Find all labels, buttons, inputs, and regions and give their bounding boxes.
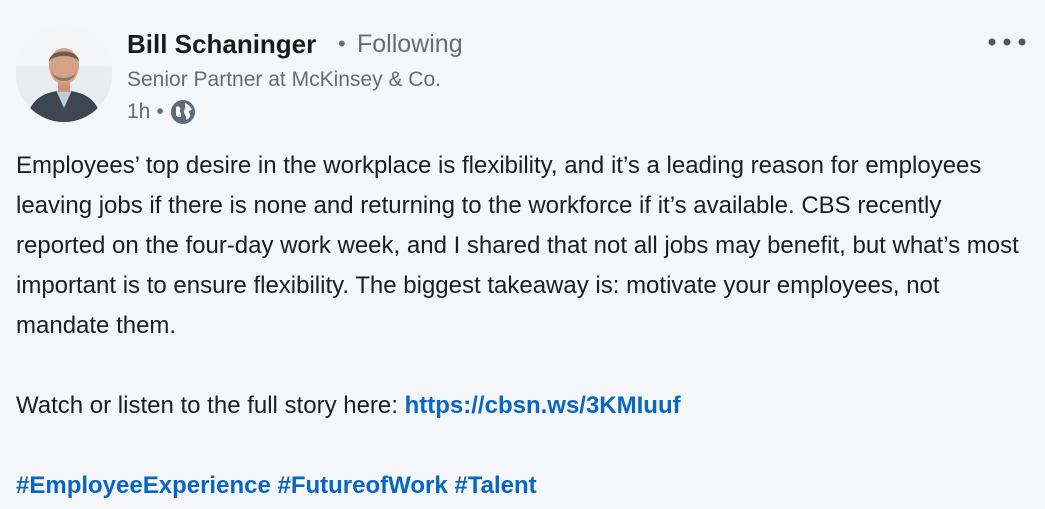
avatar[interactable] <box>16 26 112 122</box>
author-headline: Senior Partner at McKinsey & Co. <box>127 68 441 91</box>
profile-photo <box>16 26 112 122</box>
post-timestamp: 1h <box>127 100 151 123</box>
more-options-button[interactable] <box>985 30 1029 54</box>
hashtag-future-of-work[interactable]: #FutureofWork <box>277 472 447 499</box>
hashtag-line: #EmployeeExperience #FutureofWork #Talen… <box>16 466 1026 506</box>
post-card: Bill Schaninger • Following Senior Partn… <box>0 0 1045 509</box>
more-horizontal-icon <box>988 38 1026 46</box>
separator-dot: • <box>338 31 346 56</box>
post-meta: 1h • <box>127 99 196 125</box>
watch-text: Watch or listen to the full story here: <box>16 392 405 419</box>
author-name[interactable]: Bill Schaninger <box>127 29 316 60</box>
post-paragraph: Employees’ top desire in the workplace i… <box>16 152 1019 339</box>
post-body: Employees’ top desire in the workplace i… <box>16 146 1026 506</box>
hashtag-employee-experience[interactable]: #EmployeeExperience <box>16 472 271 499</box>
separator-dot: • <box>156 100 164 123</box>
story-link[interactable]: https://cbsn.ws/3KMIuuf <box>405 392 681 419</box>
globe-icon <box>170 99 196 125</box>
watch-line: Watch or listen to the full story here: … <box>16 386 1026 426</box>
hashtag-talent[interactable]: #Talent <box>454 472 536 499</box>
follow-status[interactable]: Following <box>357 30 463 59</box>
